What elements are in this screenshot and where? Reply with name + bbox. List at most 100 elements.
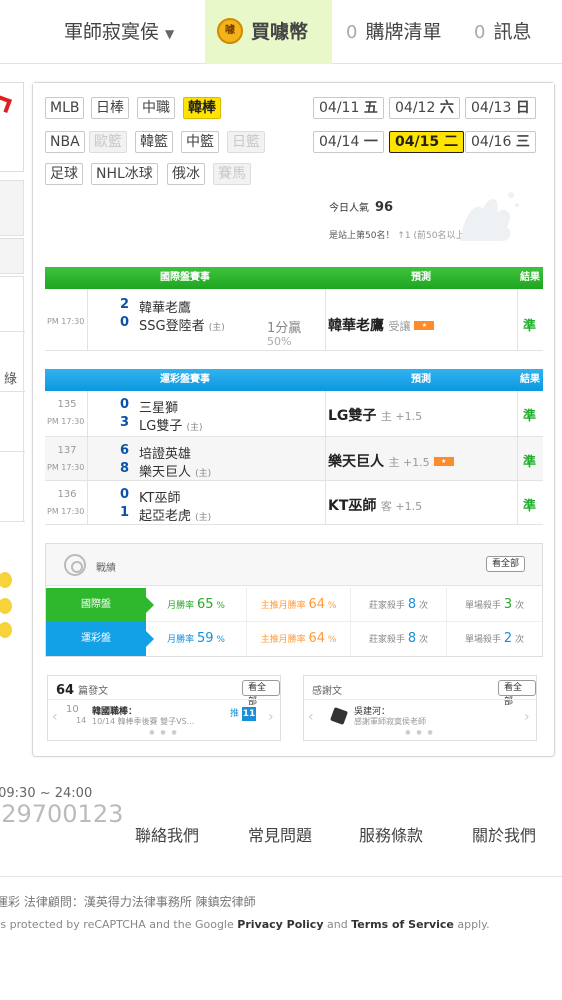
pick-team: KT巫師 — [328, 498, 377, 514]
spread-text: 1分贏 — [267, 321, 302, 336]
carousel-dots: ● ● ● — [149, 729, 179, 736]
thanks-card: 感謝文 看全部 ‹ 吳建河： 感謝軍師寂寞侯老師 › ● ● ● — [303, 675, 537, 741]
result-mark: 準 — [523, 455, 537, 470]
user-name: 軍師寂寞侯 — [64, 21, 160, 43]
header-prediction: 預測 — [411, 272, 431, 283]
dealer-killer: 莊家殺手 8 次 — [350, 622, 446, 656]
footer-link-contact[interactable]: 聯絡我們 — [135, 822, 199, 846]
rank-text: 是站上第50名！ ↑1 (前50名以上) — [329, 228, 468, 241]
intl-odds-table: 國際盤賽事 預測 結果 PM 17:30 2 韓華老鷹 0 SSG登陸者 (主)… — [45, 267, 543, 353]
home-score: 3 — [119, 415, 129, 430]
posts-header: 64 篇發文 — [56, 682, 108, 698]
emoji-icon — [0, 598, 12, 614]
cart-label: 購牌清單 — [365, 21, 442, 43]
game-time: PM 17:30 — [47, 317, 85, 326]
home-marker: (主) — [208, 323, 225, 333]
game-number: 137 — [57, 445, 77, 456]
date-label: 04/15 — [395, 134, 440, 150]
away-score: 6 — [119, 443, 129, 458]
date-button[interactable]: 04/13 日 — [465, 97, 536, 119]
game-number: 136 — [57, 489, 77, 500]
thanks-subtitle[interactable]: 感謝軍師寂寞侯老師 — [354, 716, 426, 727]
messages-link[interactable]: 0 訊息 — [474, 0, 531, 64]
result-mark: 準 — [523, 409, 537, 424]
table-row: 137 PM 17:30 6 培證英雄 8 樂天巨人 (主) 樂天巨人 主 +1… — [45, 437, 543, 481]
terms-of-service-link[interactable]: Terms of Service — [351, 918, 454, 931]
privacy-policy-link[interactable]: Privacy Policy — [237, 918, 323, 931]
see-all-button[interactable]: 看全部 — [486, 556, 526, 572]
league-tab-mlb[interactable]: MLB — [45, 97, 85, 119]
away-score: 0 — [119, 397, 129, 412]
date-button-selected[interactable]: 04/15 二 — [389, 131, 464, 153]
header-result: 結果 — [520, 272, 540, 283]
chevron-down-icon: ▼ — [165, 27, 175, 41]
cart-link[interactable]: 0 購牌清單 — [346, 0, 441, 64]
result-mark: 準 — [523, 319, 537, 334]
table-header: 國際盤賽事 預測 結果 — [45, 267, 543, 289]
sidebar-menu-label: 綠 — [4, 372, 18, 387]
chevron-left-icon[interactable]: ‹ — [52, 709, 58, 725]
post-number: 10 — [66, 704, 79, 715]
date-button[interactable]: 04/12 六 — [389, 97, 460, 119]
posts-card: 64 篇發文 看全部 ‹ 10 14 韓國職棒： 10/14 韓棒季後賽 雙子VS… — [47, 675, 281, 741]
service-phone: 02-29700123 — [0, 800, 124, 828]
buy-coin-button[interactable]: 噱買噱幣 — [205, 0, 332, 64]
away-team: 培證英雄 — [139, 447, 192, 462]
league-tab-sbl[interactable]: 中籃 — [181, 131, 219, 153]
date-button[interactable]: 04/11 五 — [313, 97, 384, 119]
user-menu[interactable]: 軍師寂寞侯 ▼ — [64, 0, 174, 64]
date-label: 04/11 — [319, 100, 360, 116]
league-tab-npb[interactable]: 日棒 — [91, 97, 129, 119]
see-all-button[interactable]: 看全部 — [242, 680, 280, 707]
chevron-right-icon[interactable]: › — [524, 709, 530, 725]
footer-link-terms[interactable]: 服務條款 — [359, 822, 423, 846]
league-tab-kbo[interactable]: 韓棒 — [183, 97, 221, 119]
result-mark: 準 — [523, 499, 537, 514]
filter-area: MLB 日棒 中職 韓棒 NBA 歐籃 韓籃 中籃 日籃 足球 NHL冰球 俄冰… — [33, 83, 554, 261]
header-game: 運彩盤賽事 — [160, 374, 210, 385]
date-label: 04/16 — [471, 134, 512, 150]
date-button[interactable]: 04/16 三 — [465, 131, 536, 153]
post-subtitle[interactable]: 10/14 韓棒季後賽 雙子VS... — [92, 716, 194, 727]
table-header: 運彩盤賽事 預測 結果 — [45, 369, 543, 391]
away-score: 0 — [119, 487, 129, 502]
messages-label: 訊息 — [493, 21, 532, 43]
pick-note: 主 +1.5 — [380, 410, 423, 423]
chevron-left-icon[interactable]: ‹ — [308, 709, 314, 725]
monthly-win-rate: 月勝率 59 % — [167, 631, 225, 646]
see-all-button[interactable]: 看全部 — [498, 680, 536, 707]
table-row: 135 PM 17:30 0 三星獅 3 LG雙子 (主) LG雙子 主 +1.… — [45, 391, 543, 437]
league-tab-kbl[interactable]: 韓籃 — [135, 131, 173, 153]
coin-icon: 噱 — [217, 17, 243, 44]
footer-link-faq[interactable]: 常見問題 — [248, 822, 312, 846]
chevron-right-icon[interactable]: › — [268, 709, 274, 725]
pick-team: LG雙子 — [328, 408, 377, 424]
date-label: 04/12 — [395, 100, 436, 116]
league-tab-soccer[interactable]: 足球 — [45, 163, 83, 185]
league-tab-nba[interactable]: NBA — [45, 131, 85, 153]
sidebar-profile-card — [0, 82, 24, 172]
sidebar-block — [0, 180, 24, 236]
posts-count: 64 — [56, 683, 75, 698]
header-game: 國際盤賽事 — [160, 272, 210, 283]
weekday-label: 六 — [439, 100, 454, 116]
away-team: 韓華老鷹 — [139, 301, 192, 316]
record-stats: 戰績 看全部 國際盤 月勝率 65 % 主推月勝率 64 % 莊家殺手 8 次 … — [45, 543, 543, 657]
table-row: PM 17:30 2 韓華老鷹 0 SSG登陸者 (主) 1分贏 50% 韓華老… — [45, 289, 543, 351]
splash-decoration-icon — [461, 192, 519, 241]
pick-note: 客 +1.5 — [380, 500, 423, 513]
pick-team: 樂天巨人 — [328, 454, 384, 470]
home-marker: (主) — [195, 469, 212, 479]
footer-link-about[interactable]: 關於我們 — [472, 822, 536, 846]
home-marker: (主) — [195, 513, 212, 523]
home-score: 1 — [119, 505, 129, 520]
league-tab-khl[interactable]: 俄冰 — [167, 163, 205, 185]
date-button[interactable]: 04/14 一 — [313, 131, 384, 153]
stats-row-lottery: 運彩盤 月勝率 59 % 主推月勝率 64 % 莊家殺手 8 次 單場殺手 2 … — [46, 622, 542, 656]
target-icon — [64, 554, 86, 576]
spread-percent: 50% — [267, 335, 292, 348]
legal-advisor: 玩運彩 法律顧問：漢英得力法律事務所 陳鎮宏律師 — [0, 895, 256, 909]
left-sidebar-edge: 綠 — [0, 80, 28, 770]
league-tab-nhl[interactable]: NHL冰球 — [91, 163, 158, 185]
league-tab-cpbl[interactable]: 中職 — [137, 97, 175, 119]
